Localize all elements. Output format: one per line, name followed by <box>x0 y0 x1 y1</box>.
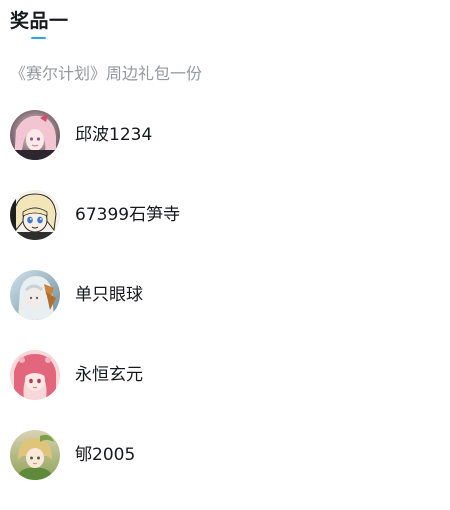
user-avatar[interactable] <box>10 110 60 160</box>
winner-item: 邱波1234 <box>10 110 440 160</box>
winner-item: 郇2005 <box>10 430 440 480</box>
prize-panel: 奖品一 《赛尔计划》周边礼包一份 邱波1234 67399石笋寺 单只眼球 永恒… <box>0 0 450 510</box>
user-avatar[interactable] <box>10 430 60 480</box>
anime-girl-red-hair-avatar-icon <box>10 350 60 400</box>
prize-title: 奖品一 <box>10 10 69 32</box>
winner-name[interactable]: 67399石笋寺 <box>75 204 180 226</box>
chibi-blonde-character-avatar-icon <box>10 190 60 240</box>
user-avatar[interactable] <box>10 190 60 240</box>
anime-girl-pink-hair-avatar-icon <box>10 110 60 160</box>
winner-item: 永恒玄元 <box>10 350 440 400</box>
winner-name[interactable]: 邱波1234 <box>75 124 152 146</box>
winner-item: 67399石笋寺 <box>10 190 440 240</box>
white-haired-character-avatar-icon <box>10 270 60 320</box>
prize-description: 《赛尔计划》周边礼包一份 <box>10 64 203 83</box>
title-underline <box>31 37 46 39</box>
user-avatar[interactable] <box>10 350 60 400</box>
winner-name[interactable]: 永恒玄元 <box>75 364 143 386</box>
winner-name[interactable]: 郇2005 <box>75 444 135 466</box>
winner-item: 单只眼球 <box>10 270 440 320</box>
user-avatar[interactable] <box>10 270 60 320</box>
anime-girl-green-outfit-avatar-icon <box>10 430 60 480</box>
winner-list: 邱波1234 67399石笋寺 单只眼球 永恒玄元 郇2005 <box>10 110 440 510</box>
winner-name[interactable]: 单只眼球 <box>75 284 143 306</box>
